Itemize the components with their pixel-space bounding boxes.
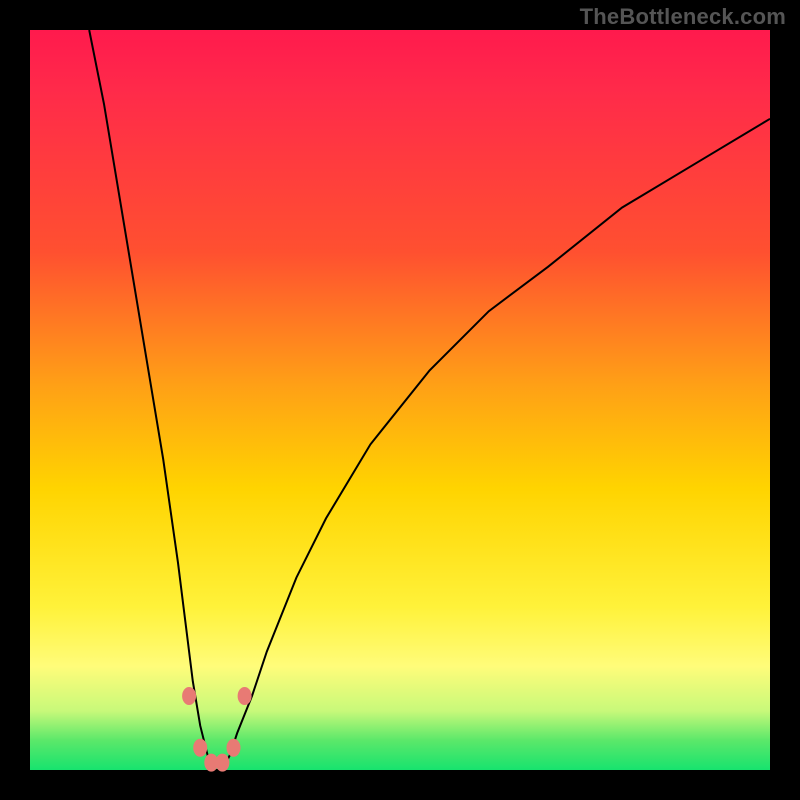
curve-marker	[238, 687, 252, 705]
curve-layer	[30, 30, 770, 770]
curve-marker	[182, 687, 196, 705]
curve-marker	[227, 739, 241, 757]
watermark-text: TheBottleneck.com	[580, 4, 786, 30]
curve-marker	[215, 754, 229, 772]
bottleneck-curve	[89, 30, 770, 770]
chart-frame: TheBottleneck.com	[0, 0, 800, 800]
marker-group	[182, 687, 252, 772]
curve-marker	[193, 739, 207, 757]
plot-area	[30, 30, 770, 770]
